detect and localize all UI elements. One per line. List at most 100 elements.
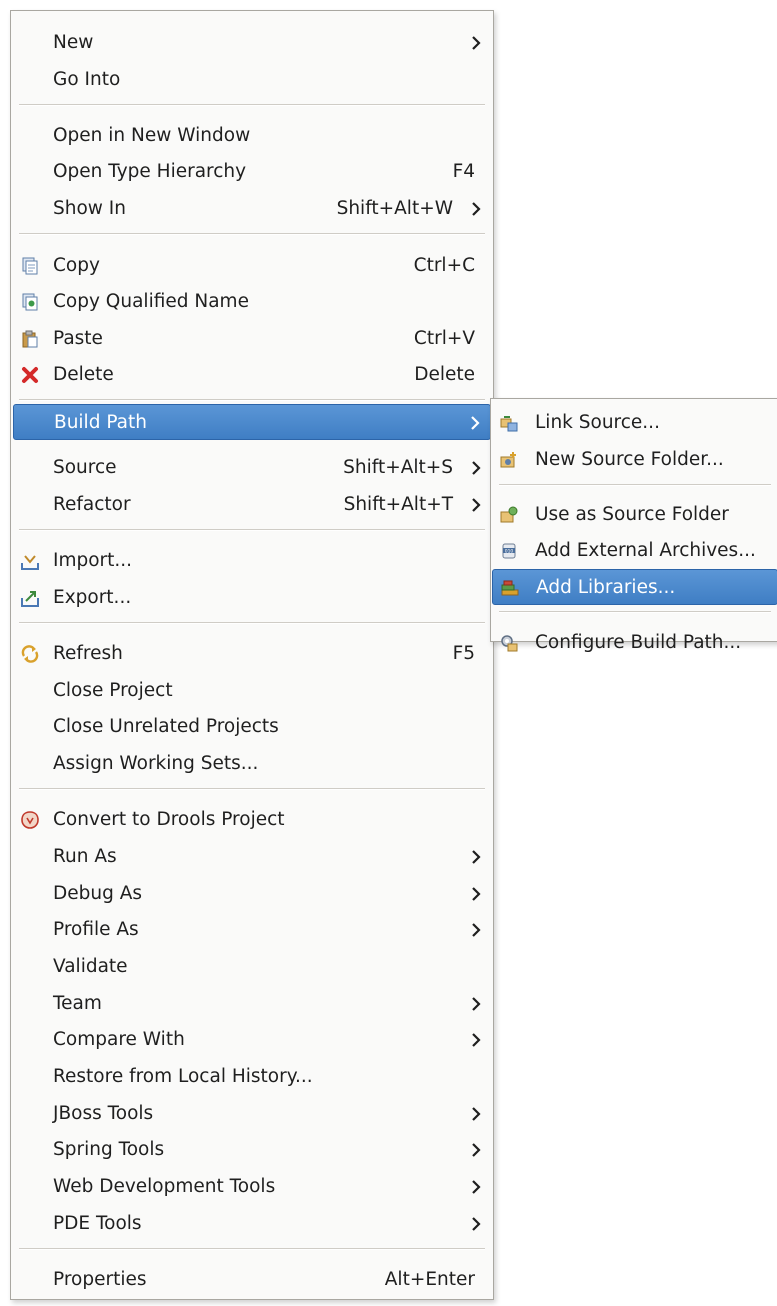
- menu-item-pde-tools[interactable]: PDE Tools: [13, 1206, 491, 1242]
- menu-item-label: Convert to Drools Project: [53, 809, 285, 830]
- menu-item-show-in[interactable]: Show In Shift+Alt+W: [13, 191, 491, 227]
- submenu-arrow-icon: [471, 1179, 481, 1195]
- menu-item-label: Use as Source Folder: [535, 504, 729, 525]
- submenu-arrow-icon: [471, 460, 481, 476]
- submenu-arrow-icon: [470, 415, 480, 431]
- submenu-arrow-icon: [471, 1106, 481, 1122]
- menu-item-web-development-tools[interactable]: Web Development Tools: [13, 1169, 491, 1205]
- submenu-arrow-icon: [471, 996, 481, 1012]
- menu-item-label: Validate: [53, 956, 128, 977]
- menu-item-jboss-tools[interactable]: JBoss Tools: [13, 1096, 491, 1132]
- menu-item-properties[interactable]: Properties Alt+Enter: [13, 1262, 491, 1298]
- link-source-icon: [500, 414, 518, 432]
- menu-item-refactor[interactable]: Refactor Shift+Alt+T: [13, 487, 491, 523]
- menu-item-shortcut: F5: [452, 643, 475, 664]
- menu-item-close-project[interactable]: Close Project: [13, 673, 491, 709]
- menu-item-label: Debug As: [53, 883, 143, 904]
- menu-item-new[interactable]: New: [13, 25, 491, 61]
- submenu-arrow-icon: [471, 497, 481, 513]
- menu-item-label: Restore from Local History...: [53, 1066, 313, 1087]
- menu-separator: [19, 622, 485, 624]
- menu-item-label: Paste: [53, 328, 103, 349]
- menu-item-label: Close Project: [53, 680, 173, 701]
- menu-item-import[interactable]: Import...: [13, 543, 491, 579]
- menu-item-label: Profile As: [53, 919, 139, 940]
- menu-item-copy-qualified-name[interactable]: Copy Qualified Name: [13, 284, 491, 320]
- menu-item-open-type-hierarchy[interactable]: Open Type Hierarchy F4: [13, 154, 491, 190]
- menu-item-label: Link Source...: [535, 412, 660, 433]
- menu-item-shortcut: Alt+Enter: [384, 1269, 475, 1290]
- menu-separator: [19, 1248, 485, 1250]
- menu-item-team[interactable]: Team: [13, 986, 491, 1022]
- delete-icon: [21, 366, 39, 384]
- menu-item-close-unrelated-projects[interactable]: Close Unrelated Projects: [13, 709, 491, 745]
- menu-separator: [499, 484, 771, 486]
- copy-qualified-name-icon: [21, 293, 39, 311]
- menu-item-label: Copy: [53, 255, 100, 276]
- menu-separator: [19, 233, 485, 235]
- menu-item-use-as-source-folder[interactable]: Use as Source Folder: [492, 497, 777, 533]
- export-icon: [21, 589, 39, 607]
- menu-item-restore-from-local-history[interactable]: Restore from Local History...: [13, 1059, 491, 1095]
- menu-item-shortcut: Delete: [414, 364, 475, 385]
- menu-item-label: Import...: [53, 550, 133, 571]
- menu-separator: [499, 611, 771, 613]
- menu-item-label: Configure Build Path...: [535, 632, 742, 653]
- menu-item-label: Open in New Window: [53, 125, 251, 146]
- context-menu: New Go Into Open in New Window Open Type…: [10, 10, 494, 1300]
- add-external-archives-icon: 010: [500, 542, 518, 560]
- menu-separator: [19, 788, 485, 790]
- menu-item-add-external-archives[interactable]: 010 Add External Archives...: [492, 533, 777, 569]
- refresh-icon: [21, 645, 39, 663]
- menu-item-build-path[interactable]: Build Path: [13, 404, 491, 440]
- menu-item-debug-as[interactable]: Debug As: [13, 876, 491, 912]
- menu-item-validate[interactable]: Validate: [13, 949, 491, 985]
- menu-item-source[interactable]: Source Shift+Alt+S: [13, 450, 491, 486]
- menu-item-shortcut: Shift+Alt+T: [343, 494, 453, 515]
- menu-item-compare-with[interactable]: Compare With: [13, 1022, 491, 1058]
- menu-item-export[interactable]: Export...: [13, 580, 491, 616]
- submenu-arrow-icon: [471, 1216, 481, 1232]
- submenu-arrow-icon: [471, 35, 481, 51]
- menu-item-convert-to-drools-project[interactable]: Convert to Drools Project: [13, 802, 491, 838]
- menu-item-label: Properties: [53, 1269, 147, 1290]
- menu-item-label: Team: [53, 993, 102, 1014]
- menu-item-paste[interactable]: Paste Ctrl+V: [13, 321, 491, 357]
- menu-item-copy[interactable]: Copy Ctrl+C: [13, 248, 491, 284]
- svg-text:010: 010: [505, 549, 514, 555]
- configure-build-path-icon: [500, 634, 518, 652]
- menu-item-label: Build Path: [54, 412, 147, 433]
- menu-item-shortcut: Ctrl+C: [413, 255, 475, 276]
- submenu-arrow-icon: [471, 849, 481, 865]
- menu-item-open-in-new-window[interactable]: Open in New Window: [13, 118, 491, 154]
- new-source-folder-icon: [500, 451, 518, 469]
- menu-item-label: Web Development Tools: [53, 1176, 276, 1197]
- menu-item-shortcut: Ctrl+V: [413, 328, 475, 349]
- menu-item-spring-tools[interactable]: Spring Tools: [13, 1132, 491, 1168]
- menu-item-add-libraries[interactable]: Add Libraries...: [492, 569, 777, 605]
- menu-item-label: Refresh: [53, 643, 123, 664]
- menu-item-label: JBoss Tools: [53, 1103, 154, 1124]
- menu-item-assign-working-sets[interactable]: Assign Working Sets...: [13, 746, 491, 782]
- menu-separator: [19, 104, 485, 106]
- menu-item-label: Delete: [53, 364, 114, 385]
- menu-item-label: PDE Tools: [53, 1213, 142, 1234]
- menu-item-refresh[interactable]: Refresh F5: [13, 636, 491, 672]
- menu-item-profile-as[interactable]: Profile As: [13, 912, 491, 948]
- menu-item-shortcut: F4: [452, 161, 475, 182]
- menu-item-label: Spring Tools: [53, 1139, 165, 1160]
- menu-item-label: Export...: [53, 587, 132, 608]
- menu-item-run-as[interactable]: Run As: [13, 839, 491, 875]
- menu-item-configure-build-path[interactable]: Configure Build Path...: [492, 625, 777, 661]
- submenu-arrow-icon: [471, 1032, 481, 1048]
- menu-item-link-source[interactable]: Link Source...: [492, 405, 777, 441]
- menu-item-go-into[interactable]: Go Into: [13, 62, 491, 98]
- menu-item-label: Close Unrelated Projects: [53, 716, 279, 737]
- use-as-source-folder-icon: [500, 506, 518, 524]
- menu-item-label: Open Type Hierarchy: [53, 161, 247, 182]
- menu-separator: [19, 529, 485, 531]
- menu-item-new-source-folder[interactable]: New Source Folder...: [492, 442, 777, 478]
- submenu-arrow-icon: [471, 1142, 481, 1158]
- import-icon: [21, 552, 39, 570]
- menu-item-delete[interactable]: Delete Delete: [13, 357, 491, 393]
